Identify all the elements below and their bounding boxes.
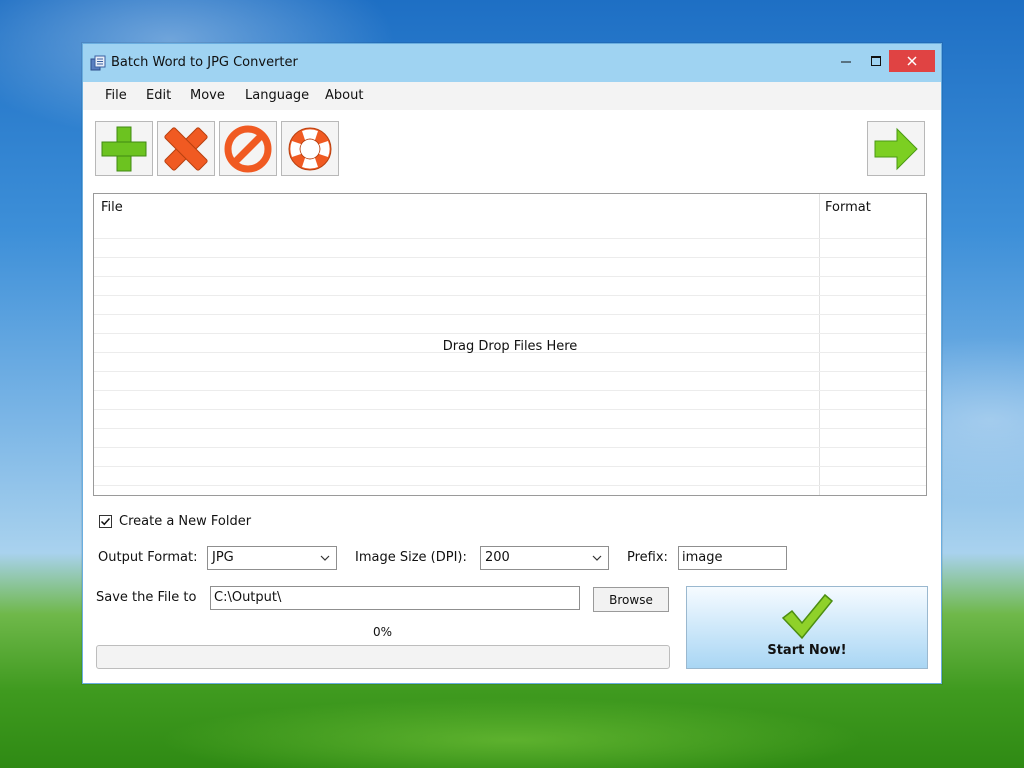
output-format-value: JPG	[212, 550, 234, 565]
maximize-icon	[871, 56, 881, 66]
output-format-select[interactable]: JPG	[207, 546, 337, 570]
checkmark-icon	[781, 593, 834, 640]
start-now-label: Start Now!	[767, 643, 847, 658]
menu-move[interactable]: Move	[190, 88, 225, 103]
row-line	[94, 466, 926, 467]
row-line	[94, 257, 926, 258]
output-format-label: Output Format:	[98, 550, 198, 565]
minimize-button[interactable]	[831, 50, 861, 72]
row-line	[94, 485, 926, 486]
maximize-button[interactable]	[861, 50, 891, 72]
lifebuoy-icon	[288, 127, 332, 170]
prefix-value: image	[682, 550, 723, 565]
next-button[interactable]	[867, 121, 925, 176]
row-line	[94, 428, 926, 429]
chevron-down-icon	[592, 555, 602, 561]
app-icon	[90, 55, 106, 71]
minimize-icon	[841, 61, 851, 63]
prefix-label: Prefix:	[627, 550, 668, 565]
row-line	[94, 409, 926, 410]
close-button[interactable]	[889, 50, 935, 72]
image-size-select[interactable]: 200	[480, 546, 609, 570]
save-to-label: Save the File to	[96, 590, 197, 605]
progress-percent: 0%	[373, 625, 393, 639]
create-folder-option[interactable]: Create a New Folder	[99, 514, 251, 529]
image-size-value: 200	[485, 550, 510, 565]
menu-language[interactable]: Language	[245, 88, 309, 103]
browse-button[interactable]: Browse	[593, 587, 669, 612]
title-bar[interactable]: Batch Word to JPG Converter	[83, 44, 941, 82]
x-icon	[164, 126, 208, 171]
arrow-right-icon	[874, 127, 918, 170]
row-line	[94, 447, 926, 448]
row-line	[94, 238, 926, 239]
add-files-button[interactable]	[95, 121, 153, 176]
menu-file[interactable]: File	[105, 88, 127, 103]
progress-bar	[96, 645, 670, 669]
prefix-input[interactable]: image	[678, 546, 787, 570]
row-line	[94, 390, 926, 391]
help-button[interactable]	[281, 121, 339, 176]
column-header-format[interactable]: Format	[825, 200, 871, 215]
row-line	[94, 295, 926, 296]
app-window: Batch Word to JPG Converter File Edit Mo…	[82, 43, 942, 684]
remove-file-button[interactable]	[157, 121, 215, 176]
checkmark-icon	[100, 517, 111, 526]
plus-icon	[101, 126, 147, 171]
clear-list-button[interactable]	[219, 121, 277, 176]
row-line	[94, 371, 926, 372]
row-line	[94, 276, 926, 277]
window-title: Batch Word to JPG Converter	[111, 55, 298, 70]
create-folder-label: Create a New Folder	[119, 514, 252, 529]
prohibit-icon	[224, 125, 272, 172]
row-line	[94, 314, 926, 315]
close-icon	[907, 56, 917, 66]
menu-bar: File Edit Move Language About	[83, 82, 941, 110]
save-path-value: C:\Output\	[214, 590, 282, 605]
start-now-button[interactable]: Start Now!	[686, 586, 928, 669]
create-folder-checkbox[interactable]	[99, 515, 112, 528]
image-size-label: Image Size (DPI):	[355, 550, 467, 565]
row-line	[94, 333, 926, 334]
chevron-down-icon	[320, 555, 330, 561]
column-header-file[interactable]: File	[101, 200, 123, 215]
menu-edit[interactable]: Edit	[146, 88, 171, 103]
file-list[interactable]: File Format Drag Drop Files Here	[93, 193, 927, 496]
save-path-input[interactable]: C:\Output\	[210, 586, 580, 610]
menu-about[interactable]: About	[325, 88, 363, 103]
drop-zone-text: Drag Drop Files Here	[442, 339, 578, 354]
